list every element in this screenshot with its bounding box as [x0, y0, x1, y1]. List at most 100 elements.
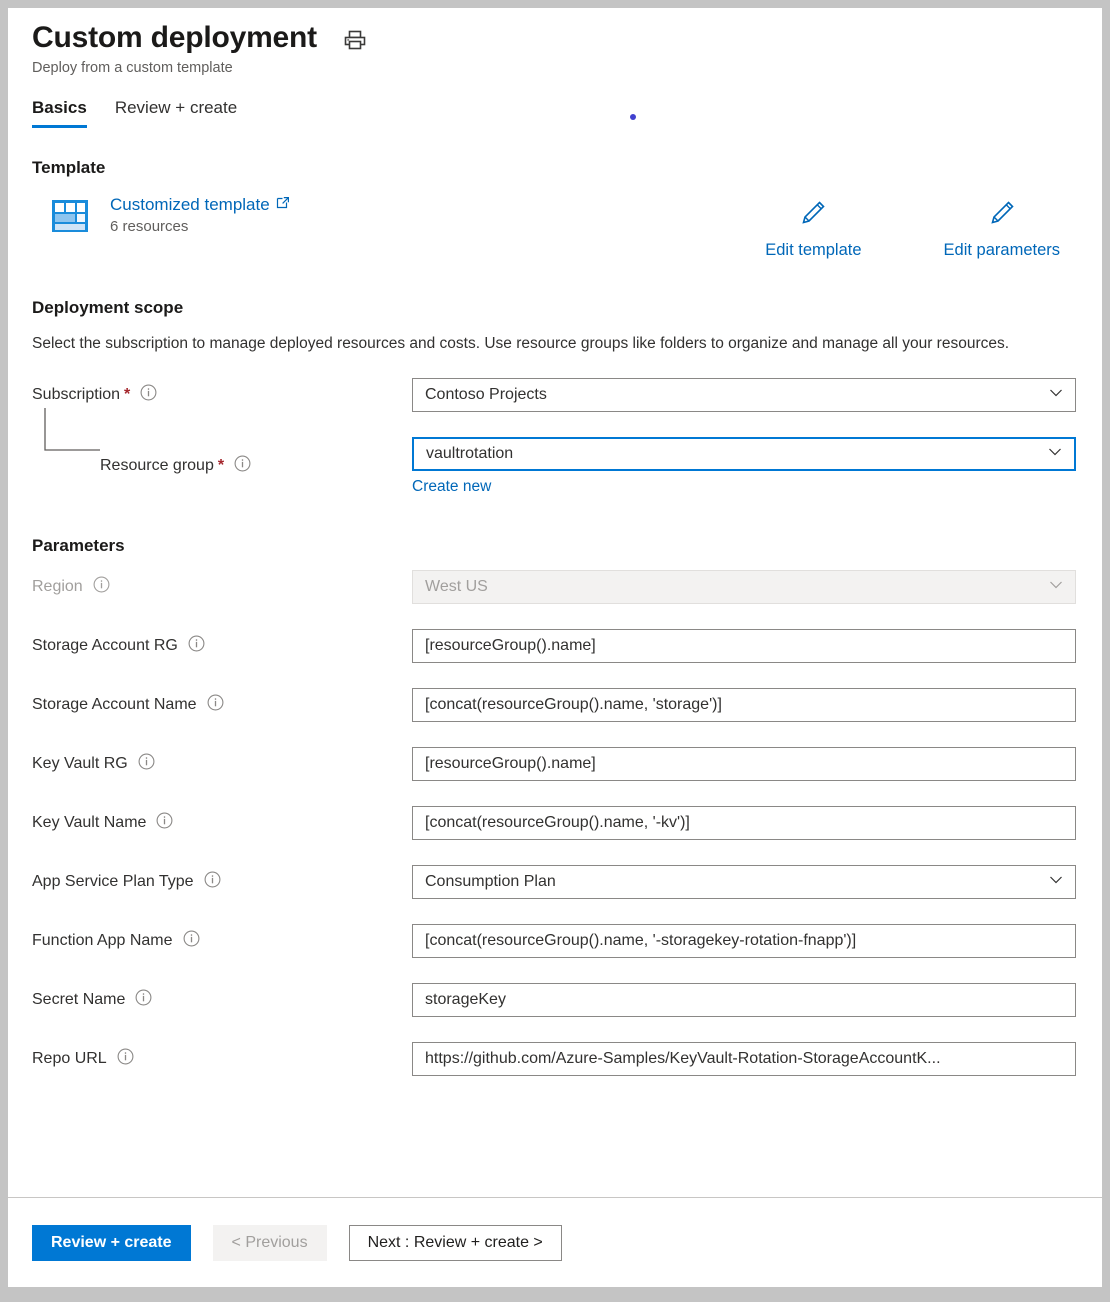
- repo-url-label: Repo URL: [32, 1048, 412, 1070]
- info-icon[interactable]: [117, 1048, 134, 1070]
- template-section: Template Customized template: [32, 158, 1078, 260]
- repo-url-value: https://github.com/Azure-Samples/KeyVaul…: [425, 1050, 941, 1068]
- edit-parameters-button[interactable]: Edit parameters: [944, 198, 1060, 260]
- storage-account-name-label: Storage Account Name: [32, 694, 412, 716]
- key-vault-rg-label: Key Vault RG: [32, 753, 412, 775]
- parameter-row: Storage Account RG [resourceGroup().name…: [32, 629, 1078, 663]
- function-app-name-label: Function App Name: [32, 930, 412, 952]
- info-icon[interactable]: [140, 384, 157, 406]
- template-section-title: Template: [32, 158, 1078, 178]
- resource-group-control: vaultrotation Create new: [412, 437, 1076, 496]
- subscription-row: Subscription * Contoso Projects: [32, 378, 1078, 412]
- template-grid-icon: [50, 196, 90, 236]
- region-label: Region: [32, 576, 412, 598]
- parameter-row: Key Vault RG [resourceGroup().name]: [32, 747, 1078, 781]
- key-vault-name-input[interactable]: [concat(resourceGroup().name, '-kv')]: [412, 806, 1076, 840]
- pencil-icon: [987, 198, 1017, 233]
- app-service-plan-type-value: Consumption Plan: [425, 873, 556, 891]
- key-vault-name-label-text: Key Vault Name: [32, 814, 146, 832]
- key-vault-rg-control: [resourceGroup().name]: [412, 747, 1076, 781]
- function-app-name-control: [concat(resourceGroup().name, '-storagek…: [412, 924, 1076, 958]
- app-service-plan-type-select[interactable]: Consumption Plan: [412, 865, 1076, 899]
- template-edit-actions: Edit template Edit parameters: [765, 194, 1078, 260]
- subscription-select[interactable]: Contoso Projects: [412, 378, 1076, 412]
- info-icon[interactable]: [207, 694, 224, 716]
- key-vault-name-label: Key Vault Name: [32, 812, 412, 834]
- key-vault-rg-input[interactable]: [resourceGroup().name]: [412, 747, 1076, 781]
- secret-name-value: storageKey: [425, 991, 506, 1009]
- parameters-list: Region West US: [32, 570, 1078, 1076]
- subscription-required-mark: *: [124, 386, 130, 404]
- previous-button: < Previous: [213, 1225, 327, 1261]
- storage-account-rg-input[interactable]: [resourceGroup().name]: [412, 629, 1076, 663]
- parameter-row: Secret Name storageKey: [32, 983, 1078, 1017]
- key-vault-name-control: [concat(resourceGroup().name, '-kv')]: [412, 806, 1076, 840]
- deployment-scope-title: Deployment scope: [32, 298, 1078, 318]
- storage-account-rg-control: [resourceGroup().name]: [412, 629, 1076, 663]
- blade-content: Custom deployment Deploy from a custom t…: [8, 8, 1102, 1197]
- app-service-plan-type-control: Consumption Plan: [412, 865, 1076, 899]
- parameter-row: Region West US: [32, 570, 1078, 604]
- repo-url-label-text: Repo URL: [32, 1050, 107, 1068]
- secret-name-label-text: Secret Name: [32, 991, 125, 1009]
- region-control: West US: [412, 570, 1076, 604]
- info-icon[interactable]: [234, 455, 251, 477]
- parameter-row: Storage Account Name [concat(resourceGro…: [32, 688, 1078, 722]
- info-icon[interactable]: [188, 635, 205, 657]
- next-review-create-button[interactable]: Next : Review + create >: [349, 1225, 562, 1261]
- parameter-row: Function App Name [concat(resourceGroup(…: [32, 924, 1078, 958]
- customized-template-link-label: Customized template: [110, 194, 270, 215]
- storage-account-name-input[interactable]: [concat(resourceGroup().name, 'storage')…: [412, 688, 1076, 722]
- info-icon[interactable]: [156, 812, 173, 834]
- page-title: Custom deployment: [32, 20, 317, 57]
- storage-account-rg-value: [resourceGroup().name]: [425, 637, 596, 655]
- region-select: West US: [412, 570, 1076, 604]
- tab-review-create[interactable]: Review + create: [115, 98, 237, 128]
- region-label-text: Region: [32, 578, 83, 596]
- info-icon[interactable]: [183, 930, 200, 952]
- edit-template-button[interactable]: Edit template: [765, 198, 861, 260]
- blade-footer: Review + create < Previous Next : Review…: [8, 1197, 1102, 1287]
- template-row: Customized template 6 resources: [32, 194, 1078, 260]
- info-icon[interactable]: [138, 753, 155, 775]
- key-vault-name-value: [concat(resourceGroup().name, '-kv')]: [425, 814, 690, 832]
- secret-name-input[interactable]: storageKey: [412, 983, 1076, 1017]
- secret-name-label: Secret Name: [32, 989, 412, 1011]
- template-resource-count: 6 resources: [110, 218, 290, 235]
- function-app-name-value: [concat(resourceGroup().name, '-storagek…: [425, 932, 856, 950]
- info-icon[interactable]: [93, 576, 110, 598]
- template-info: Customized template 6 resources: [110, 194, 290, 234]
- edit-template-label: Edit template: [765, 241, 861, 260]
- key-vault-rg-value: [resourceGroup().name]: [425, 755, 596, 773]
- resource-group-required-mark: *: [218, 457, 224, 475]
- customized-template-link[interactable]: Customized template: [110, 194, 290, 215]
- page-subtitle: Deploy from a custom template: [32, 60, 1078, 76]
- region-value: West US: [425, 578, 488, 596]
- storage-account-name-control: [concat(resourceGroup().name, 'storage')…: [412, 688, 1076, 722]
- chevron-down-icon: [1047, 443, 1063, 464]
- info-icon[interactable]: [135, 989, 152, 1011]
- deployment-scope-description: Select the subscription to manage deploy…: [32, 332, 1032, 355]
- storage-account-name-value: [concat(resourceGroup().name, 'storage')…: [425, 696, 722, 714]
- function-app-name-label-text: Function App Name: [32, 932, 173, 950]
- printer-icon[interactable]: [343, 28, 367, 57]
- app-service-plan-type-label-text: App Service Plan Type: [32, 873, 194, 891]
- subscription-label: Subscription *: [32, 384, 412, 406]
- storage-account-name-label-text: Storage Account Name: [32, 696, 197, 714]
- tab-basics[interactable]: Basics: [32, 98, 87, 128]
- page-header: Custom deployment: [32, 8, 1078, 57]
- tab-list: Basics Review + create: [32, 98, 1078, 128]
- deployment-scope-section: Deployment scope Select the subscription…: [32, 298, 1078, 495]
- resource-group-label: Resource group *: [32, 455, 412, 477]
- parameters-section-title: Parameters: [32, 536, 1078, 556]
- resource-group-select[interactable]: vaultrotation: [412, 437, 1076, 471]
- create-new-link[interactable]: Create new: [412, 478, 491, 496]
- repo-url-input[interactable]: https://github.com/Azure-Samples/KeyVaul…: [412, 1042, 1076, 1076]
- info-icon[interactable]: [204, 871, 221, 893]
- review-create-button[interactable]: Review + create: [32, 1225, 191, 1261]
- chevron-down-icon: [1048, 576, 1064, 597]
- parameter-row: Repo URL https://github.com/Azure-Sample…: [32, 1042, 1078, 1076]
- function-app-name-input[interactable]: [concat(resourceGroup().name, '-storagek…: [412, 924, 1076, 958]
- external-link-icon: [276, 194, 290, 215]
- storage-account-rg-label: Storage Account RG: [32, 635, 412, 657]
